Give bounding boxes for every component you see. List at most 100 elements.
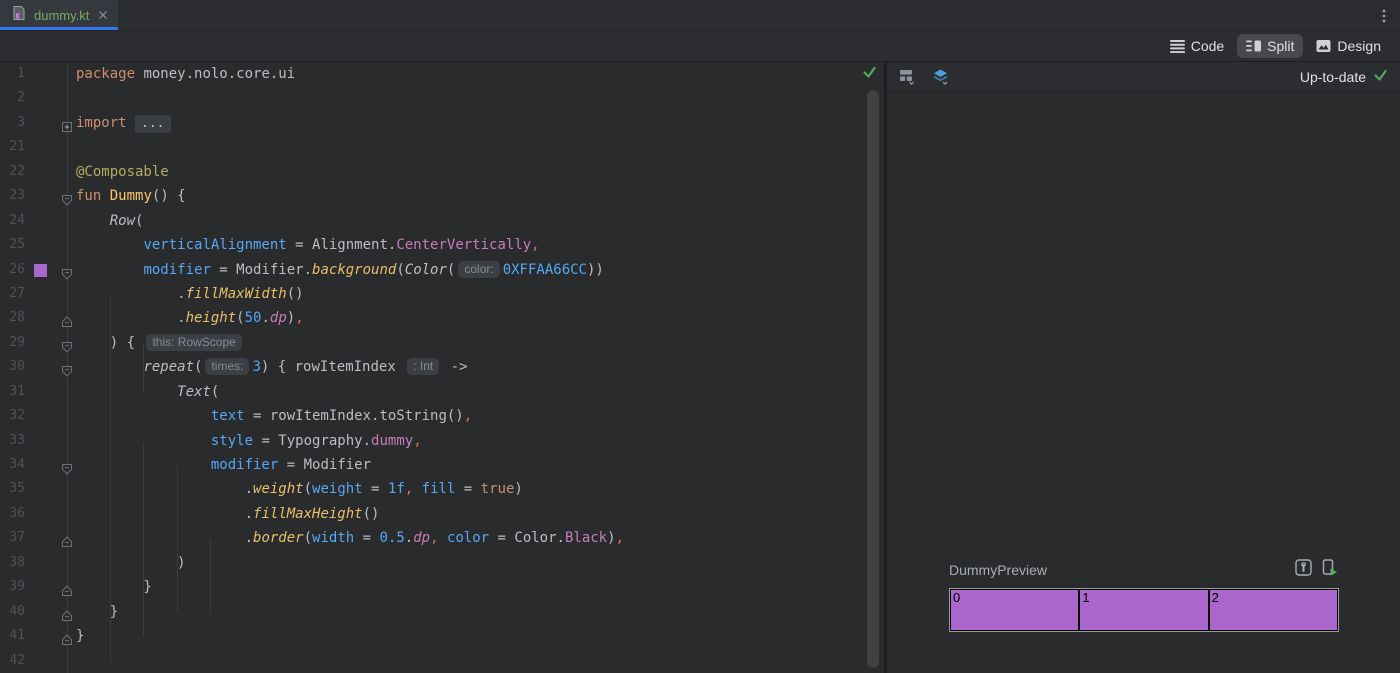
code-text: import ...: [76, 111, 171, 135]
preview-cell: 1: [1080, 590, 1210, 630]
line-number[interactable]: 2: [0, 86, 25, 110]
interactive-preview-icon[interactable]: [1295, 559, 1312, 581]
code-line[interactable]: 35 .weight(weight = 1f, fill = true): [0, 477, 884, 501]
compose-preview-panel: Up-to-date DummyPreview 0 1 2: [887, 62, 1400, 673]
preview-cell: 2: [1209, 590, 1337, 630]
line-number[interactable]: 3: [0, 111, 25, 135]
code-line[interactable]: 1 package money.nolo.core.ui: [0, 62, 884, 86]
code-line[interactable]: 38 ): [0, 551, 884, 575]
code-text: fun Dummy() {: [76, 188, 186, 205]
code-line[interactable]: 27 .fillMaxWidth(): [0, 282, 884, 306]
code-lines-icon: [1169, 39, 1185, 53]
code-lines: 1 package money.nolo.core.ui 2 3 import ... 2…: [0, 62, 884, 673]
code-line[interactable]: 30 repeat(times: 3) { rowItemIndex : Int …: [0, 355, 884, 379]
code-line[interactable]: 24 Row(: [0, 209, 884, 233]
code-line[interactable]: 22 @Composable: [0, 160, 884, 184]
preview-status: Up-to-date: [1299, 68, 1366, 85]
line-number[interactable]: 34: [0, 453, 25, 477]
color-preview-swatch[interactable]: [34, 263, 47, 277]
line-number[interactable]: 23: [0, 184, 25, 208]
code-text: modifier = Modifier: [210, 457, 372, 473]
code-text: style = Typography.dummy,: [210, 432, 422, 449]
tab-dummy-kt[interactable]: dummy.kt: [0, 0, 119, 30]
preview-title[interactable]: DummyPreview: [949, 562, 1047, 578]
layers-icon[interactable]: [932, 68, 950, 85]
code-line[interactable]: 21: [0, 135, 884, 159]
line-number[interactable]: 1: [0, 62, 25, 86]
code-text: @Composable: [76, 163, 169, 180]
inlay-hint: : Int: [407, 358, 440, 376]
editor-scrollbar[interactable]: [867, 90, 879, 668]
code-line[interactable]: 40 }: [0, 600, 884, 624]
code-line[interactable]: 41}: [0, 624, 884, 648]
code-text: ) { this: RowScope: [76, 331, 245, 355]
preview-row: 012: [950, 589, 1338, 631]
line-number[interactable]: 28: [0, 306, 25, 330]
code-line[interactable]: 36 .fillMaxHeight(): [0, 502, 884, 526]
line-number[interactable]: 37: [0, 526, 25, 550]
line-number[interactable]: 39: [0, 575, 25, 599]
close-icon[interactable]: [98, 10, 108, 20]
fold-start-icon[interactable]: [61, 264, 73, 280]
line-number[interactable]: 25: [0, 233, 25, 257]
inlay-hint: color:: [458, 260, 500, 278]
line-number[interactable]: 27: [0, 282, 25, 306]
line-number[interactable]: 32: [0, 404, 25, 428]
line-number[interactable]: 38: [0, 551, 25, 575]
line-number[interactable]: 30: [0, 355, 25, 379]
fold-start-icon[interactable]: [61, 337, 73, 353]
code-line[interactable]: 2: [0, 86, 884, 110]
fold-start-icon[interactable]: [61, 361, 73, 377]
line-number[interactable]: 26: [0, 258, 25, 282]
fold-start-icon[interactable]: [61, 459, 73, 475]
code-line[interactable]: 29 ) { this: RowScope: [0, 331, 884, 355]
fold-end-icon[interactable]: [61, 630, 73, 646]
mode-design-button[interactable]: Design: [1307, 34, 1390, 58]
code-line[interactable]: 32 text = rowItemIndex.toString(),: [0, 404, 884, 428]
code-line[interactable]: 25 verticalAlignment = Alignment.CenterV…: [0, 233, 884, 257]
code-text: .weight(weight = 1f, fill = true): [76, 481, 523, 498]
preview-toolbar: Up-to-date: [887, 62, 1400, 92]
inspections-ok-icon[interactable]: [862, 66, 877, 84]
code-line[interactable]: 34 modifier = Modifier: [0, 453, 884, 477]
fold-start-icon[interactable]: [61, 190, 73, 206]
line-number[interactable]: 21: [0, 135, 25, 159]
line-number[interactable]: 22: [0, 160, 25, 184]
code-line[interactable]: 28 .height(50.dp),: [0, 306, 884, 330]
fold-end-icon[interactable]: [61, 532, 73, 548]
code-line[interactable]: 23 fun Dummy() {: [0, 184, 884, 208]
mode-code-button[interactable]: Code: [1161, 34, 1233, 58]
code-editor[interactable]: 1 package money.nolo.core.ui 2 3 import ... 2…: [0, 62, 887, 673]
kebab-menu-icon[interactable]: [1376, 7, 1392, 25]
mode-split-button[interactable]: Split: [1237, 34, 1304, 58]
line-number[interactable]: 42: [0, 649, 25, 673]
code-line[interactable]: 3 import ...: [0, 111, 884, 135]
inlay-hint: this: RowScope: [146, 333, 242, 351]
split-view: 1 package money.nolo.core.ui 2 3 import ... 2…: [0, 62, 1400, 673]
code-line[interactable]: 39 }: [0, 575, 884, 599]
code-line[interactable]: 33 style = Typography.dummy,: [0, 429, 884, 453]
line-number[interactable]: 36: [0, 502, 25, 526]
code-line[interactable]: 31 Text(: [0, 380, 884, 404]
preview-canvas[interactable]: 012: [949, 588, 1339, 632]
fold-plus-icon[interactable]: [61, 117, 73, 132]
line-number[interactable]: 33: [0, 429, 25, 453]
mode-label: Split: [1267, 38, 1295, 54]
kotlin-file-icon: [11, 5, 27, 26]
line-number[interactable]: 29: [0, 331, 25, 355]
code-line[interactable]: 26 modifier = Modifier.background(Color(…: [0, 258, 884, 282]
ui-mode-icon[interactable]: [899, 68, 916, 85]
fold-end-icon[interactable]: [61, 606, 73, 621]
line-number[interactable]: 24: [0, 209, 25, 233]
line-number[interactable]: 41: [0, 624, 25, 648]
code-line[interactable]: 37 .border(width = 0.5.dp, color = Color…: [0, 526, 884, 550]
line-number[interactable]: 31: [0, 380, 25, 404]
run-on-device-icon[interactable]: [1321, 559, 1339, 581]
code-text: .border(width = 0.5.dp, color = Color.Bl…: [76, 530, 624, 547]
fold-end-icon[interactable]: [61, 312, 73, 328]
folded-region: ...: [135, 114, 171, 133]
line-number[interactable]: 35: [0, 477, 25, 501]
line-number[interactable]: 40: [0, 600, 25, 624]
code-line[interactable]: 42: [0, 649, 884, 673]
fold-end-icon[interactable]: [61, 581, 73, 597]
